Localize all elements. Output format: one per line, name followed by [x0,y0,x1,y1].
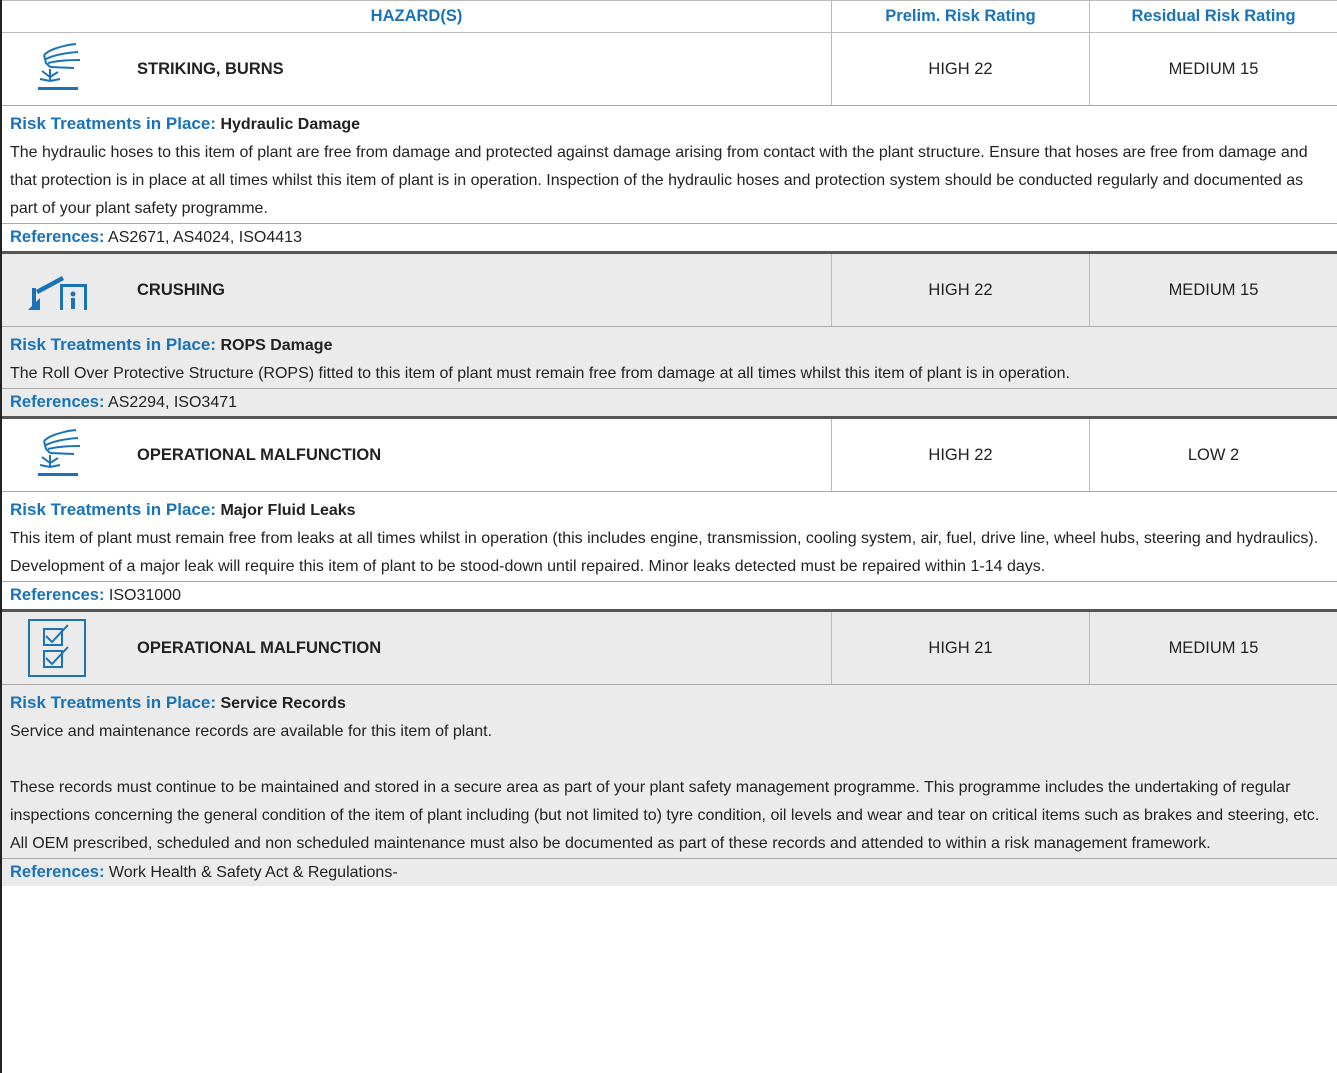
residual-rating: MEDIUM 15 [1089,612,1337,684]
prelim-column-header: Prelim. Risk Rating [831,1,1089,32]
treatment-description: This item of plant must remain free from… [10,530,1319,575]
residual-rating: MEDIUM 15 [1089,33,1337,105]
treatment-label: Risk Treatments in Place: [10,335,216,354]
references-value: AS2294, ISO3471 [108,394,238,411]
references: References: AS2294, ISO3471 [2,389,1337,416]
treatment-label: Risk Treatments in Place: [10,500,216,519]
hydraulic-icon [2,33,112,105]
hazard-block: OPERATIONAL MALFUNCTION HIGH 21 MEDIUM 1… [2,609,1337,886]
hazard-row: OPERATIONAL MALFUNCTION HIGH 21 MEDIUM 1… [2,609,1337,685]
hazard-name: OPERATIONAL MALFUNCTION [137,638,382,657]
risk-treatment: Risk Treatments in Place: Major Fluid Le… [2,492,1337,582]
references: References: Work Health & Safety Act & R… [2,859,1337,886]
hazard-column-header: HAZARD(S) [370,7,463,25]
hazard-block: OPERATIONAL MALFUNCTION HIGH 22 LOW 2 Ri… [2,416,1337,609]
hazard-name: OPERATIONAL MALFUNCTION [137,445,382,464]
references-label: References: [10,863,105,881]
hazard-row: OPERATIONAL MALFUNCTION HIGH 22 LOW 2 [2,416,1337,492]
prelim-rating: HIGH 22 [831,254,1089,326]
treatment-title: Service Records [220,695,346,712]
references-label: References: [10,393,105,411]
references: References: ISO31000 [2,582,1337,609]
table-header: HAZARD(S) Prelim. Risk Rating Residual R… [2,0,1337,33]
hazard-name: STRIKING, BURNS [137,59,284,78]
checklist-icon [2,612,112,684]
risk-table: HAZARD(S) Prelim. Risk Rating Residual R… [0,0,1337,1073]
prelim-rating: HIGH 22 [831,419,1089,491]
treatment-label: Risk Treatments in Place: [10,693,216,712]
risk-treatment: Risk Treatments in Place: Service Record… [2,685,1337,859]
prelim-rating: HIGH 22 [831,33,1089,105]
references-value: AS2671, AS4024, ISO4413 [108,229,302,246]
hazard-block: CRUSHING HIGH 22 MEDIUM 15 Risk Treatmen… [2,251,1337,416]
treatment-title: Hydraulic Damage [220,116,361,133]
treatment-description: Service and maintenance records are avai… [10,723,493,740]
risk-treatment: Risk Treatments in Place: Hydraulic Dama… [2,106,1337,224]
treatment-description: These records must continue to be mainta… [10,779,1320,852]
treatment-title: ROPS Damage [220,337,333,354]
references-value: ISO31000 [108,587,181,604]
hazard-name: CRUSHING [137,280,226,299]
references: References: AS2671, AS4024, ISO4413 [2,224,1337,251]
treatment-description: The hydraulic hoses to this item of plan… [10,144,1308,217]
rops-crushing-icon [2,254,112,326]
residual-rating: LOW 2 [1089,419,1337,491]
hazard-row: CRUSHING HIGH 22 MEDIUM 15 [2,251,1337,327]
hydraulic-icon [2,419,112,491]
residual-rating: MEDIUM 15 [1089,254,1337,326]
hazard-block: STRIKING, BURNS HIGH 22 MEDIUM 15 Risk T… [2,33,1337,251]
prelim-rating: HIGH 21 [831,612,1089,684]
treatment-title: Major Fluid Leaks [220,502,356,519]
references-value: Work Health & Safety Act & Regulations- [108,864,398,881]
treatment-label: Risk Treatments in Place: [10,114,216,133]
references-label: References: [10,228,105,246]
residual-column-header: Residual Risk Rating [1089,1,1337,32]
risk-treatment: Risk Treatments in Place: ROPS Damage Th… [2,327,1337,389]
hazard-row: STRIKING, BURNS HIGH 22 MEDIUM 15 [2,33,1337,106]
references-label: References: [10,586,105,604]
treatment-description: The Roll Over Protective Structure (ROPS… [10,365,1070,382]
